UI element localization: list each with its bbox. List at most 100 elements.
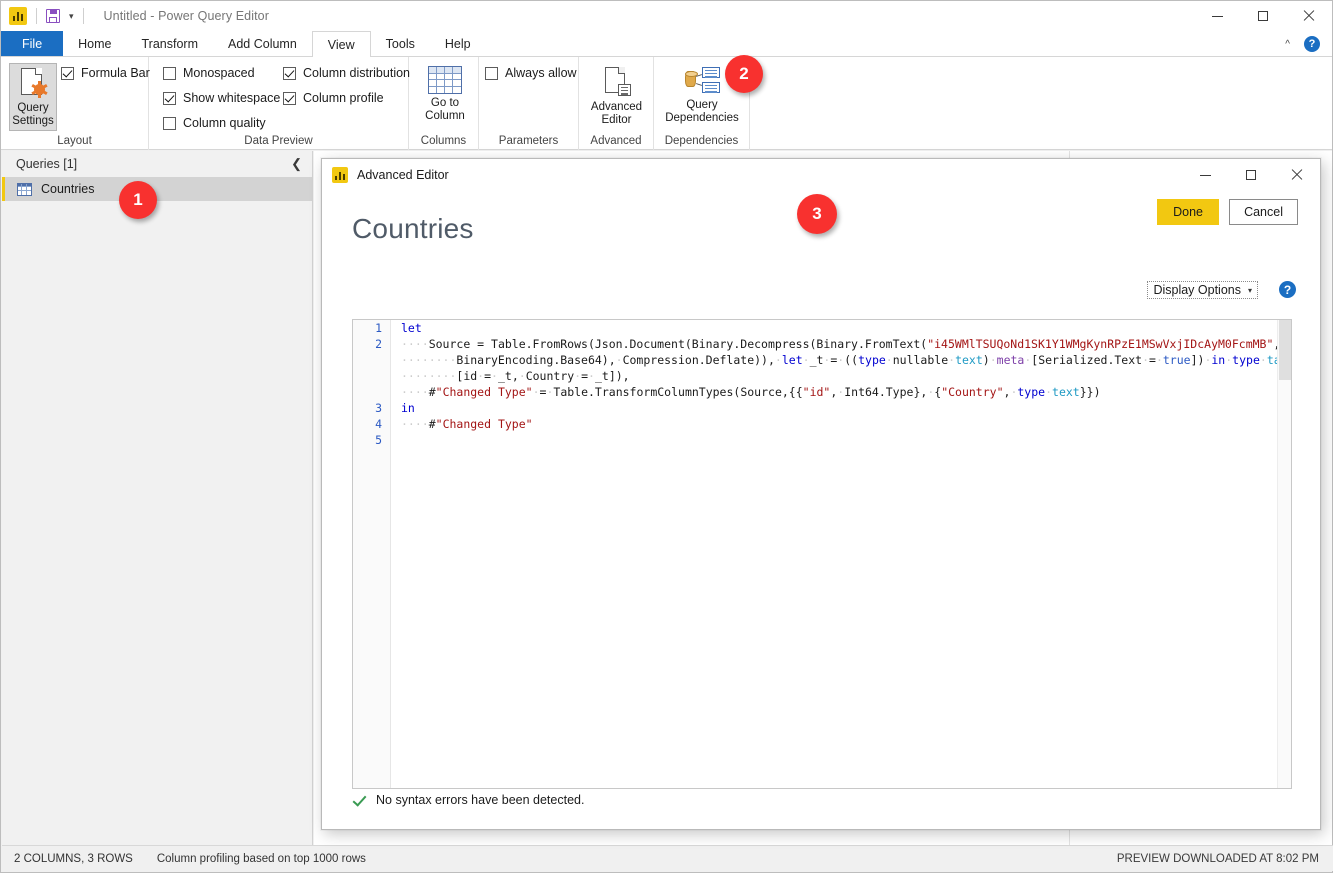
always-allow-checkbox-icon[interactable] [485, 67, 498, 80]
cancel-button[interactable]: Cancel [1229, 199, 1298, 225]
tab-file[interactable]: File [1, 31, 63, 56]
checkbox-monospaced[interactable]: Monospaced [163, 66, 255, 80]
tab-view[interactable]: View [312, 31, 371, 58]
tab-home[interactable]: Home [63, 31, 126, 56]
column-quality-checkbox-icon[interactable] [163, 117, 176, 130]
go-to-column-button[interactable]: Go to Column [419, 63, 471, 125]
queries-pane: Queries [1] ❮ Countries [2, 151, 313, 846]
formula-bar-checkbox-icon[interactable] [61, 67, 74, 80]
sidebar-item-label: Countries [41, 182, 95, 196]
dialog-title: Advanced Editor [357, 168, 449, 182]
tab-tools[interactable]: Tools [371, 31, 430, 56]
sidebar-item-countries[interactable]: Countries [2, 177, 312, 201]
check-icon [352, 793, 366, 807]
syntax-status-row: No syntax errors have been detected. [352, 793, 584, 807]
line-number: 5 [353, 432, 390, 448]
column-quality-label: Column quality [183, 116, 266, 130]
group-label-columns: Columns [409, 135, 478, 147]
show-whitespace-checkbox-icon[interactable] [163, 92, 176, 105]
group-label-data-preview: Data Preview [149, 135, 408, 147]
window-controls [1194, 1, 1332, 31]
checkbox-show-whitespace[interactable]: Show whitespace [163, 91, 280, 105]
tab-transform[interactable]: Transform [127, 31, 214, 56]
query-dependencies-icon [684, 66, 720, 96]
line-number: 1 [353, 320, 390, 336]
quick-access-caret-icon[interactable]: ▾ [69, 12, 74, 21]
group-label-parameters: Parameters [479, 135, 578, 147]
ribbon-group-data-preview: Monospaced Show whitespace Column qualit… [149, 57, 409, 150]
dialog-footer: Done Cancel [1157, 199, 1298, 225]
close-button[interactable] [1286, 1, 1332, 31]
dialog-close-button[interactable] [1274, 159, 1320, 191]
save-icon[interactable] [46, 8, 62, 24]
tab-help[interactable]: Help [430, 31, 486, 56]
dialog-maximize-button[interactable] [1228, 159, 1274, 191]
go-to-column-label-line1: Go to [431, 97, 459, 110]
advanced-editor-dialog: Advanced Editor Countries Display Option… [321, 158, 1321, 830]
collapse-ribbon-icon[interactable]: ^ [1281, 39, 1294, 50]
status-preview-downloaded: PREVIEW DOWNLOADED AT 8:02 PM [1105, 846, 1333, 872]
monospaced-checkbox-icon[interactable] [163, 67, 176, 80]
display-options-label: Display Options [1153, 283, 1241, 297]
ribbon-group-parameters: Always allow Parameters [479, 57, 579, 150]
line-number: 3 [353, 400, 390, 416]
done-button[interactable]: Done [1157, 199, 1219, 225]
query-settings-icon [18, 67, 48, 99]
titlebar-divider [36, 8, 37, 24]
ribbon-group-columns: Go to Column Columns [409, 57, 479, 150]
line-number: 4 [353, 416, 390, 432]
query-settings-button[interactable]: Query Settings [9, 63, 57, 131]
queries-pane-header: Queries [1] ❮ [2, 151, 312, 177]
table-icon [17, 183, 32, 196]
group-label-advanced: Advanced [579, 135, 653, 147]
group-label-layout: Layout [1, 135, 148, 147]
column-distribution-checkbox-icon[interactable] [283, 67, 296, 80]
formula-bar-label: Formula Bar [81, 66, 150, 80]
status-profiling-note[interactable]: Column profiling based on top 1000 rows [145, 846, 378, 872]
checkbox-column-distribution[interactable]: Column distribution [283, 66, 410, 80]
monospaced-label: Monospaced [183, 66, 255, 80]
query-settings-label-line2: Settings [12, 115, 54, 128]
line-number: 2 [353, 336, 390, 352]
column-distribution-label: Column distribution [303, 66, 410, 80]
group-label-dependencies: Dependencies [654, 135, 749, 147]
dialog-help-icon[interactable]: ? [1279, 281, 1296, 298]
column-profile-label: Column profile [303, 91, 384, 105]
window-title: Untitled - Power Query Editor [104, 9, 269, 23]
status-bar: 2 COLUMNS, 3 ROWS Column profiling based… [2, 845, 1333, 871]
advanced-editor-icon [601, 66, 633, 98]
code-vertical-scrollbar[interactable] [1277, 320, 1291, 788]
queries-pane-title: Queries [1] [16, 157, 77, 171]
scrollbar-thumb[interactable] [1279, 320, 1291, 380]
go-to-column-icon [428, 66, 462, 94]
always-allow-label: Always allow [505, 66, 577, 80]
advanced-editor-label-line1: Advanced [591, 101, 642, 114]
help-icon[interactable]: ? [1304, 36, 1320, 52]
tab-add-column[interactable]: Add Column [213, 31, 312, 56]
checkbox-column-quality[interactable]: Column quality [163, 116, 266, 130]
checkbox-column-profile[interactable]: Column profile [283, 91, 384, 105]
dialog-title-bar: Advanced Editor [322, 159, 1320, 191]
go-to-column-label-line2: Column [425, 110, 465, 123]
maximize-button[interactable] [1240, 1, 1286, 31]
callout-badge-1: 1 [119, 181, 157, 219]
title-bar: ▾ Untitled - Power Query Editor [1, 1, 1332, 31]
status-columns-rows: 2 COLUMNS, 3 ROWS [2, 846, 145, 872]
code-line-numbers: 1 2 3 4 5 [353, 320, 391, 788]
dialog-minimize-button[interactable] [1182, 159, 1228, 191]
advanced-editor-button[interactable]: Advanced Editor [585, 63, 648, 129]
code-editor[interactable]: 1 2 3 4 5 let····Source = Table.FromRows… [352, 319, 1292, 789]
ribbon-tabs: File Home Transform Add Column View Tool… [1, 31, 1332, 57]
syntax-status-text: No syntax errors have been detected. [376, 793, 584, 807]
callout-badge-3: 3 [797, 194, 837, 234]
display-options-dropdown[interactable]: Display Options ▾ [1147, 281, 1258, 299]
code-text-area[interactable]: let····Source = Table.FromRows(Json.Docu… [392, 320, 1277, 788]
titlebar-divider-2 [83, 8, 84, 24]
checkbox-always-allow[interactable]: Always allow [485, 66, 577, 80]
dialog-window-controls [1182, 159, 1320, 191]
checkbox-formula-bar[interactable]: Formula Bar [61, 66, 150, 80]
chevron-left-icon[interactable]: ❮ [291, 156, 302, 172]
minimize-button[interactable] [1194, 1, 1240, 31]
advanced-editor-label-line2: Editor [601, 114, 631, 127]
column-profile-checkbox-icon[interactable] [283, 92, 296, 105]
